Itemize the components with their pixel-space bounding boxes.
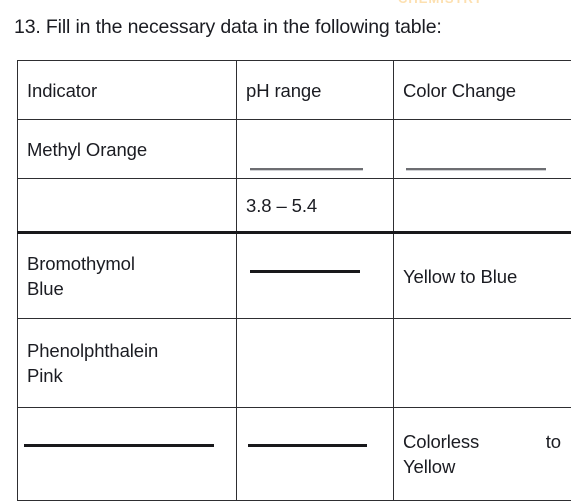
cell-ph-range-38-54: 3.8 – 5.4 [236, 178, 394, 234]
color-change-line-2: Yellow [403, 456, 456, 477]
indicator-line-1: Phenolphthalein [27, 340, 159, 361]
answer-blank-ph-last[interactable] [248, 444, 367, 447]
cell-indicator-blank-last[interactable] [17, 407, 237, 501]
answer-blank-ph-methyl-orange[interactable] [250, 168, 363, 170]
cell-indicator-methyl-orange: Methyl Orange [17, 119, 237, 179]
cell-indicator-empty-1[interactable] [17, 178, 237, 234]
cell-indicator-phenolphthalein-pink: Phenolphthalein Pink [17, 318, 237, 408]
cell-ph-range-bromothymol-blue[interactable] [236, 232, 394, 319]
color-change-line-1: Colorless to [403, 431, 561, 452]
table-row: Phenolphthalein Pink [17, 318, 571, 408]
cell-ph-range-blank-last[interactable] [236, 407, 394, 501]
answer-blank-ph-bromothymol-blue[interactable] [250, 270, 360, 273]
cell-ph-range-phenolphthalein-pink[interactable] [236, 318, 394, 408]
table-row: 3.8 – 5.4 [17, 178, 571, 234]
header-cell-color-change: Color Change [393, 60, 571, 120]
question-prompt: 13. Fill in the necessary data in the fo… [14, 16, 442, 38]
clipped-header-text: CHEMISTRY [398, 0, 518, 3]
cell-color-change-phenolphthalein-pink[interactable] [393, 318, 571, 408]
cell-ph-range-methyl-orange[interactable] [236, 119, 394, 179]
table-header-row: Indicator pH range Color Change [17, 60, 571, 120]
cell-color-change-empty-1[interactable] [393, 178, 571, 234]
indicator-line-1: Bromothymol [27, 253, 135, 274]
header-cell-ph-range: pH range [236, 60, 394, 120]
cell-color-change-colorless-to-yellow: Colorless to Yellow [393, 407, 571, 501]
indicator-table: Indicator pH range Color Change Methyl O… [17, 60, 571, 501]
header-cell-indicator: Indicator [17, 60, 237, 120]
table-row: Bromothymol Blue Yellow to Blue [17, 232, 571, 319]
answer-blank-color-methyl-orange[interactable] [406, 168, 546, 170]
indicator-line-2: Pink [27, 365, 63, 386]
cell-color-change-methyl-orange[interactable] [393, 119, 571, 179]
table-row: Methyl Orange [17, 119, 571, 179]
table-row: Colorless to Yellow [17, 407, 571, 501]
indicator-line-2: Blue [27, 278, 64, 299]
answer-blank-indicator-last[interactable] [24, 444, 214, 447]
cell-color-change-bromothymol-blue: Yellow to Blue [393, 232, 571, 319]
cell-indicator-bromothymol-blue: Bromothymol Blue [17, 232, 237, 319]
